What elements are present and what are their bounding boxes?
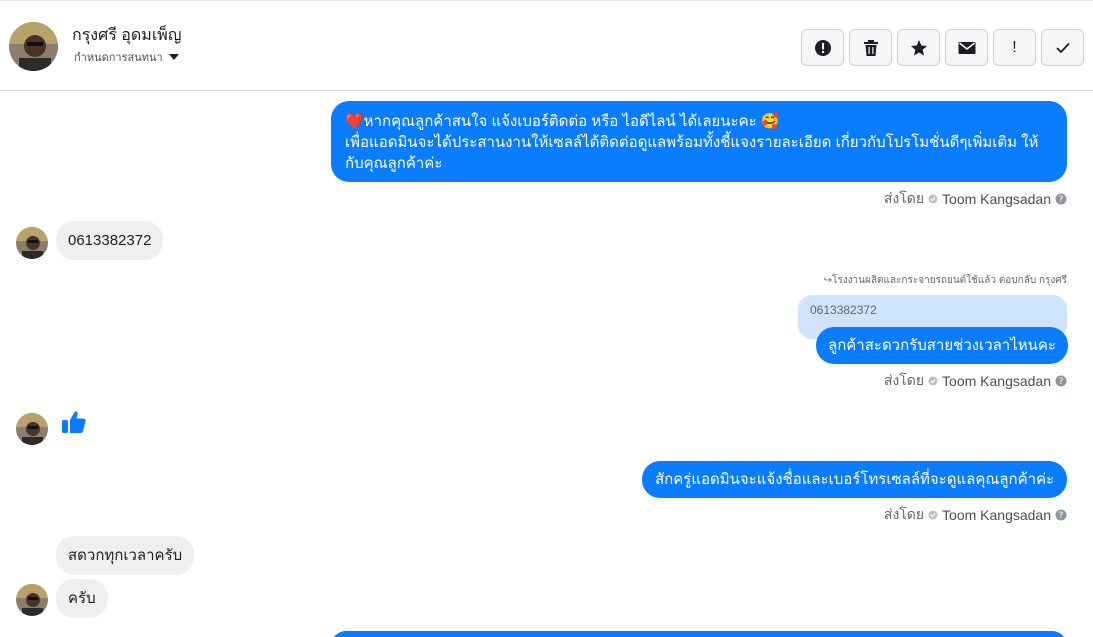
verified-icon	[928, 510, 938, 520]
contact-avatar-small[interactable]	[16, 227, 48, 259]
message-text: 0613382372	[68, 232, 152, 249]
reply-arrow-icon: ↪	[823, 275, 833, 286]
sent-by-prefix: ส่งโดย	[883, 190, 925, 206]
check-icon	[1055, 42, 1070, 53]
sent-by: ส่งโดย Toom Kangsadan ?	[884, 188, 1067, 210]
help-icon[interactable]: ?	[1055, 509, 1067, 521]
sent-by-name[interactable]: Toom Kangsadan	[942, 373, 1051, 389]
like-message[interactable]	[61, 409, 87, 440]
message-text: ลูกค้าสะดวกรับสายช่วงเวลาไหนคะ	[828, 337, 1057, 354]
verified-icon	[928, 194, 938, 204]
follow-up-button[interactable]: !	[993, 29, 1036, 66]
contact-name[interactable]: กรุงศรี อุดมเพ็ญ	[72, 23, 181, 48]
quoted-text: 0613382372	[810, 303, 877, 317]
assign-label: กำหนดการสนทนา	[74, 52, 163, 64]
contact-avatar-small[interactable]	[16, 413, 48, 445]
help-icon[interactable]: ?	[1055, 375, 1067, 387]
message-line: เพื่อแอดมินจะได้ประสานงานให้เซลล์ได้ติดต…	[345, 134, 1039, 172]
message-text: ครับ	[68, 590, 96, 607]
outgoing-message[interactable]: สักครู่แอดมินจะแจ้งชื่อและเบอร์โทรเซลล์ท…	[642, 461, 1068, 498]
incoming-message[interactable]: 0613382372	[56, 221, 164, 260]
trash-icon	[863, 39, 878, 56]
sent-by-name[interactable]: Toom Kangsadan	[942, 191, 1051, 207]
outgoing-message-partial[interactable]	[331, 631, 1067, 637]
delete-button[interactable]	[849, 29, 892, 66]
svg-text:?: ?	[1059, 377, 1064, 387]
envelope-icon	[958, 41, 975, 54]
mark-spam-button[interactable]	[801, 29, 844, 66]
help-icon[interactable]: ?	[1055, 193, 1067, 205]
svg-text:?: ?	[1059, 511, 1064, 521]
sent-by-prefix: ส่งโดย	[883, 506, 925, 522]
alert-circle-icon	[814, 39, 831, 56]
outgoing-message[interactable]: ❤️หากคุณลูกค้าสนใจ แจ้งเบอร์ติดต่อ หรือ …	[331, 101, 1067, 182]
incoming-message[interactable]: ครับ	[56, 579, 108, 618]
reply-note: ↪โรงงานผลิตและกระจายรถยนต์ใช้แล้ว ตอบกลั…	[824, 273, 1067, 288]
mark-unread-button[interactable]	[945, 29, 988, 66]
conversation-header: กรุงศรี อุดมเพ็ญ กำหนดการสนทนา !	[0, 0, 1093, 91]
sent-by: ส่งโดย Toom Kangsadan ?	[884, 504, 1067, 526]
message-line: ❤️หากคุณลูกค้าสนใจ แจ้งเบอร์ติดต่อ หรือ …	[345, 113, 780, 130]
incoming-message[interactable]: สดวกทุกเวลาครับ	[56, 536, 195, 575]
star-icon	[910, 39, 927, 55]
contact-avatar-small[interactable]	[16, 584, 48, 616]
mark-done-button[interactable]	[1041, 29, 1084, 66]
reply-note-text: โรงงานผลิตและกระจายรถยนต์ใช้แล้ว ตอบกลับ…	[832, 275, 1067, 286]
sent-by-name[interactable]: Toom Kangsadan	[942, 507, 1051, 523]
svg-text:?: ?	[1059, 195, 1064, 205]
sent-by-prefix: ส่งโดย	[883, 372, 925, 388]
contact-avatar[interactable]	[9, 22, 58, 71]
assign-conversation-dropdown[interactable]: กำหนดการสนทนา	[74, 48, 179, 66]
sent-by: ส่งโดย Toom Kangsadan ?	[884, 370, 1067, 392]
message-text: สักครู่แอดมินจะแจ้งชื่อและเบอร์โทรเซลล์ท…	[655, 471, 1055, 488]
message-text: สดวกทุกเวลาครับ	[68, 547, 183, 564]
outgoing-message[interactable]: ลูกค้าสะดวกรับสายช่วงเวลาไหนคะ	[816, 327, 1069, 364]
thumbs-up-icon	[62, 411, 86, 433]
verified-icon	[928, 376, 938, 386]
follow-up-label: !	[1012, 38, 1017, 56]
message-thread[interactable]: ❤️หากคุณลูกค้าสนใจ แจ้งเบอร์ติดต่อ หรือ …	[0, 91, 1093, 637]
caret-down-icon	[168, 54, 179, 60]
star-button[interactable]	[897, 29, 940, 66]
